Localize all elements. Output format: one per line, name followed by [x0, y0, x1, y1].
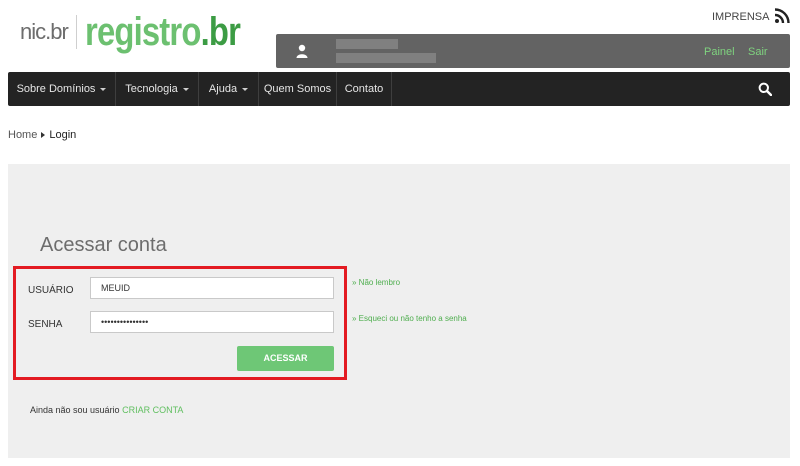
press-link[interactable]: IMPRENSA: [712, 11, 769, 23]
chevron-right-icon: [41, 132, 46, 139]
user-name-redacted: [336, 39, 398, 49]
forgot-password-link[interactable]: » Esqueci ou não tenho a senha: [352, 314, 467, 323]
signup-prompt: Ainda não sou usuário CRIAR CONTA: [30, 405, 183, 415]
login-submit-button[interactable]: ACESSAR: [237, 346, 334, 371]
search-icon[interactable]: [758, 82, 772, 96]
logo-nic-text: nic.br: [20, 19, 69, 44]
nav-item-quem-somos[interactable]: Quem Somos: [259, 72, 337, 106]
nav-item-contato[interactable]: Contato: [337, 72, 392, 106]
signup-text: Ainda não sou usuário: [30, 405, 120, 415]
password-label: SENHA: [28, 319, 63, 330]
page-title: Acessar conta: [40, 234, 167, 256]
password-input[interactable]: •••••••••••••••: [90, 311, 334, 333]
user-bar: Painel Sair: [276, 34, 790, 68]
user-input[interactable]: MEUID: [90, 277, 334, 299]
forgot-user-link[interactable]: » Não lembro: [352, 278, 400, 287]
painel-link[interactable]: Painel: [704, 46, 735, 58]
create-account-link[interactable]: CRIAR CONTA: [122, 405, 183, 415]
sair-link[interactable]: Sair: [748, 46, 768, 58]
logo-divider: [75, 15, 77, 49]
chevron-down-icon: [100, 87, 107, 91]
breadcrumb-home[interactable]: Home: [8, 129, 37, 141]
breadcrumb: Home Login: [8, 129, 76, 141]
breadcrumb-current: Login: [49, 129, 77, 141]
chevron-down-icon: [242, 87, 249, 91]
logo-registro-text: registro.br: [84, 9, 241, 54]
user-icon: [296, 44, 308, 58]
nav-item-sobre-dominios[interactable]: Sobre Domínios: [8, 72, 116, 106]
chevron-down-icon: [182, 87, 189, 91]
nav-item-ajuda[interactable]: Ajuda: [199, 72, 259, 106]
user-id-redacted: [336, 53, 436, 63]
user-label: USUÁRIO: [28, 285, 74, 296]
rss-icon[interactable]: [774, 8, 790, 24]
nav-item-tecnologia[interactable]: Tecnologia: [116, 72, 199, 106]
site-logo[interactable]: nic.br registro.br: [20, 8, 274, 56]
main-nav: Sobre Domínios Tecnologia Ajuda Quem Som…: [8, 72, 790, 106]
login-panel: Acessar conta USUÁRIO MEUID SENHA ••••••…: [8, 164, 790, 458]
